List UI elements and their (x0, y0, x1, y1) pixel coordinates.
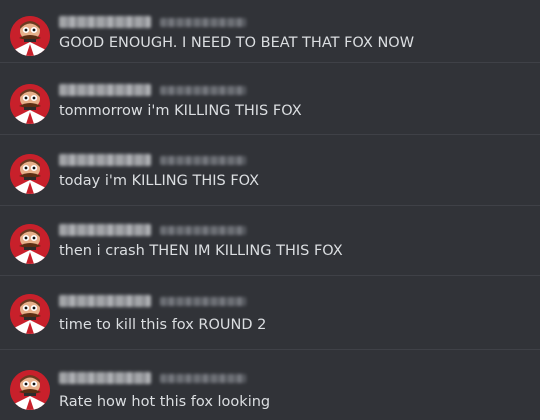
robotnik-avatar-icon[interactable] (10, 370, 50, 410)
username-redacted[interactable] (59, 16, 151, 28)
timestamp-redacted (160, 18, 246, 27)
message-feed: GOOD ENOUGH. I NEED TO BEAT THAT FOX NOW… (0, 0, 540, 420)
timestamp-redacted (160, 226, 246, 235)
message-text: GOOD ENOUGH. I NEED TO BEAT THAT FOX NOW (59, 35, 415, 51)
robotnik-avatar-icon[interactable] (10, 16, 50, 56)
robotnik-avatar-icon[interactable] (10, 224, 50, 264)
message-divider (0, 134, 540, 135)
username-redacted[interactable] (59, 154, 151, 166)
robotnik-avatar-icon[interactable] (10, 84, 50, 124)
message-item: then i crash THEN IM KILLING THIS FOX (0, 210, 540, 280)
username-redacted[interactable] (59, 224, 151, 236)
timestamp-redacted (160, 156, 246, 165)
message-item: GOOD ENOUGH. I NEED TO BEAT THAT FOX NOW (0, 0, 540, 70)
timestamp-redacted (160, 297, 246, 306)
message-divider (0, 205, 540, 206)
message-item: Rate how hot this fox looking (0, 350, 540, 420)
message-text: time to kill this fox ROUND 2 (59, 317, 267, 333)
username-redacted[interactable] (59, 372, 151, 384)
timestamp-redacted (160, 374, 246, 383)
message-item: time to kill this fox ROUND 2 (0, 280, 540, 350)
timestamp-redacted (160, 86, 246, 95)
message-text: then i crash THEN IM KILLING THIS FOX (59, 243, 343, 259)
username-redacted[interactable] (59, 295, 151, 307)
message-text: tommorrow i'm KILLING THIS FOX (59, 103, 302, 119)
message-item: tommorrow i'm KILLING THIS FOX (0, 70, 540, 140)
message-text: Rate how hot this fox looking (59, 394, 271, 410)
message-text: today i'm KILLING THIS FOX (59, 173, 260, 189)
message-divider (0, 275, 540, 276)
message-item: today i'm KILLING THIS FOX (0, 140, 540, 210)
robotnik-avatar-icon[interactable] (10, 294, 50, 334)
robotnik-avatar-icon[interactable] (10, 154, 50, 194)
message-divider (0, 62, 540, 63)
username-redacted[interactable] (59, 84, 151, 96)
